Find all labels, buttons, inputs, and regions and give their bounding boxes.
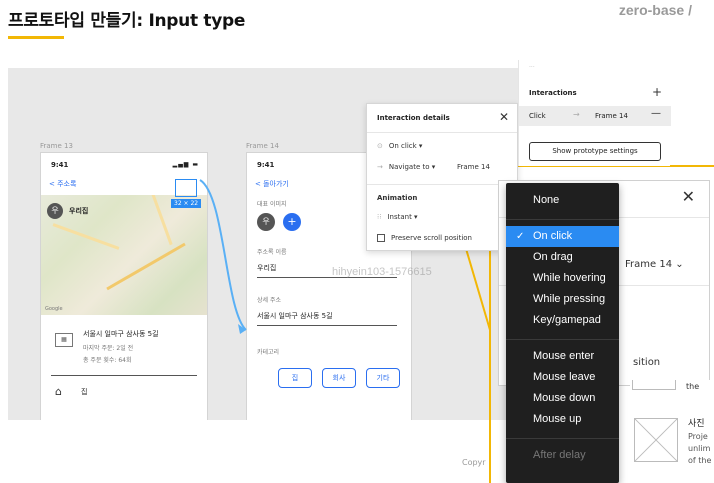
- menu-item-mouse-down[interactable]: Mouse down: [506, 388, 619, 409]
- prototype-panel[interactable]: ... Interactions + Click → Frame 14 — Sh…: [518, 60, 671, 166]
- menu-item-mouse-leave[interactable]: Mouse leave: [506, 367, 619, 388]
- interaction-trigger: Click: [529, 112, 546, 120]
- trigger-value: On click: [388, 142, 417, 150]
- menu-item-label: Mouse down: [533, 392, 596, 404]
- menu-item-label: While hovering: [533, 272, 606, 284]
- menu-item-mouse-enter[interactable]: Mouse enter: [506, 346, 619, 367]
- panel-title: Interaction details: [377, 114, 450, 122]
- divider: [367, 184, 517, 185]
- destination-select[interactable]: Frame 14 ⌄: [625, 259, 684, 270]
- preserve-scroll-label: sition: [633, 357, 661, 368]
- menu-item-on-drag[interactable]: On drag: [506, 247, 619, 268]
- show-prototype-settings-button[interactable]: Show prototype settings: [529, 142, 661, 161]
- animation-value: Instant: [387, 213, 412, 221]
- interactions-heading: Interactions: [529, 89, 577, 97]
- preserve-scroll-label: Preserve scroll position: [391, 234, 472, 242]
- menu-item-label: After delay: [533, 449, 586, 461]
- close-icon[interactable]: ✕: [499, 110, 509, 124]
- menu-separator: [506, 219, 619, 220]
- menu-separator: [506, 339, 619, 340]
- menu-item-mouse-up[interactable]: Mouse up: [506, 409, 619, 430]
- watermark: hihyein103-1576615: [332, 266, 432, 278]
- copyright-text: Copyr: [462, 458, 486, 467]
- animation-heading: Animation: [377, 194, 418, 202]
- preserve-scroll-checkbox[interactable]: [377, 234, 385, 242]
- menu-item-label: Key/gamepad: [533, 314, 601, 326]
- panel-partial-header: ...: [529, 62, 535, 69]
- menu-item-label: On drag: [533, 251, 573, 263]
- asset-title: 사진: [688, 419, 705, 429]
- interaction-details-panel[interactable]: Interaction details ✕ ⊙ On click ▾ → Navig…: [366, 103, 518, 251]
- destination-value: Frame 14: [625, 259, 673, 270]
- remove-interaction-icon[interactable]: —: [651, 108, 661, 119]
- partial-text: the: [686, 382, 700, 391]
- trigger-dropdown-menu[interactable]: None ✓ On click On drag While hovering Wh…: [506, 183, 619, 483]
- action-value: Navigate to: [388, 163, 430, 171]
- asset-desc-line: unlim: [688, 444, 711, 453]
- menu-item-label: Mouse up: [533, 413, 582, 425]
- animation-icon: ⁝⁝: [377, 213, 382, 221]
- image-placeholder: [632, 380, 676, 390]
- image-placeholder-icon: [634, 418, 678, 462]
- close-icon[interactable]: ✕: [682, 187, 695, 206]
- destination-select[interactable]: Frame 14: [457, 163, 490, 171]
- trigger-icon: ⊙: [377, 142, 383, 150]
- trigger-select[interactable]: ⊙ On click ▾: [377, 142, 422, 150]
- interaction-row[interactable]: Click → Frame 14 —: [519, 106, 671, 126]
- animation-select[interactable]: ⁝⁝ Instant ▾: [377, 213, 418, 221]
- add-interaction-icon[interactable]: +: [652, 85, 662, 99]
- menu-item-while-hovering[interactable]: While hovering: [506, 268, 619, 289]
- arrow-right-icon: →: [573, 110, 580, 119]
- menu-item-key-gamepad[interactable]: Key/gamepad: [506, 310, 619, 331]
- menu-item-label: While pressing: [533, 293, 606, 305]
- asset-desc-line: Proje: [688, 432, 708, 441]
- checkmark-icon: ✓: [516, 231, 525, 242]
- menu-separator: [506, 438, 619, 439]
- menu-item-none[interactable]: None: [506, 190, 619, 211]
- prototype-connector-arrow: [199, 179, 247, 331]
- menu-item-label: Mouse leave: [533, 371, 596, 383]
- menu-item-label: On click: [533, 230, 573, 242]
- menu-item-label: None: [533, 194, 560, 206]
- divider: [367, 132, 517, 133]
- asset-list: the 사진 Proje unlim of the: [630, 380, 714, 483]
- menu-item-while-pressing[interactable]: While pressing: [506, 289, 619, 310]
- arrow-right-icon: →: [377, 163, 383, 171]
- menu-item-on-click[interactable]: ✓ On click: [506, 226, 619, 247]
- interaction-destination: Frame 14: [595, 112, 628, 120]
- asset-desc-line: of the: [688, 456, 712, 465]
- menu-item-label: Mouse enter: [533, 350, 595, 362]
- menu-item-after-delay: After delay: [506, 445, 619, 466]
- action-select[interactable]: → Navigate to ▾: [377, 163, 435, 171]
